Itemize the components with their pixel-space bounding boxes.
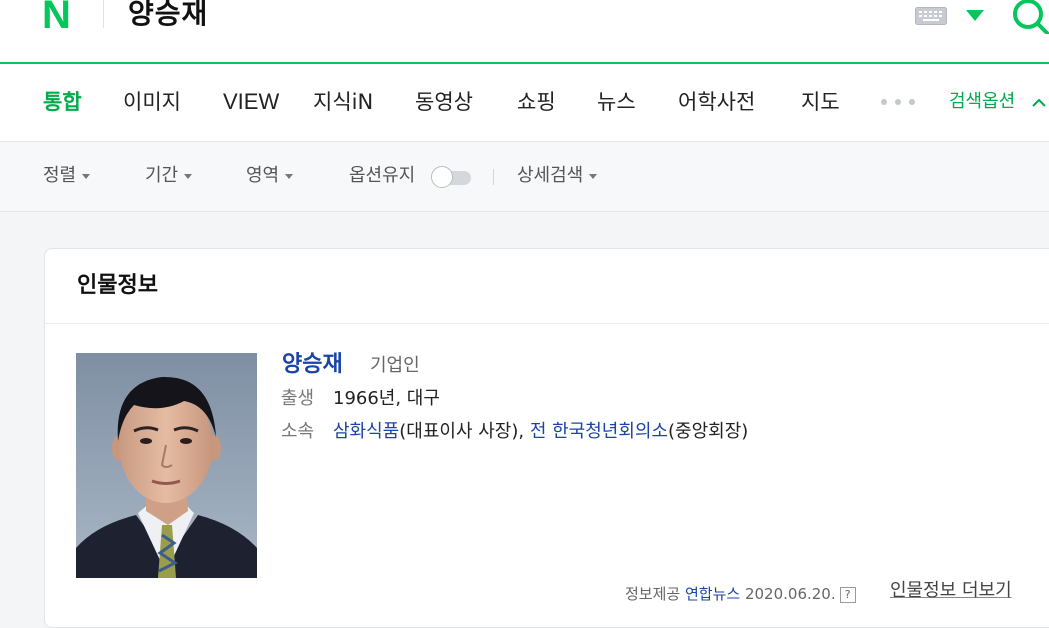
search-tabs: 통합 이미지 VIEW 지식iN 동영상 쇼핑 뉴스 어학사전 지도 검색옵션 [0, 64, 1049, 142]
card-title: 인물정보 [77, 273, 158, 298]
autocomplete-toggle-icon[interactable] [966, 10, 984, 21]
person-name-link[interactable]: 양승재 [282, 350, 343, 380]
sort-dropdown[interactable]: 정렬 [43, 164, 91, 188]
dropdown-arrow-icon [285, 173, 294, 179]
period-label: 기간 [145, 165, 179, 186]
affiliation-row: 소속 삼화식품(대표이사 사장), 전 한국청년회의소(중앙회장) [281, 419, 748, 445]
area-label: 영역 [246, 165, 280, 186]
tab-map[interactable]: 지도 [801, 88, 840, 116]
source-date: 2020.06.20. [744, 585, 836, 603]
period-dropdown[interactable]: 기간 [145, 164, 193, 188]
tab-dictionary[interactable]: 어학사전 [678, 88, 755, 116]
birth-value: 1966년, 대구 [333, 388, 440, 409]
affiliation-role: (대표이사 사장), [399, 421, 530, 442]
search-options-button[interactable]: 검색옵션 [949, 90, 1015, 114]
source-credit: 정보제공 연합뉴스 2020.06.20.? [625, 583, 856, 605]
tab-knowledge-in[interactable]: 지식iN [313, 88, 373, 116]
birth-label: 출생 [281, 388, 315, 409]
person-photo[interactable] [76, 353, 257, 578]
dropdown-arrow-icon [589, 173, 598, 179]
tab-news[interactable]: 뉴스 [597, 88, 636, 116]
dropdown-arrow-icon [184, 173, 193, 179]
search-option-bar: 정렬 기간 영역 옵션유지 상세검색 [0, 142, 1049, 212]
tab-images[interactable]: 이미지 [123, 88, 181, 116]
help-icon[interactable]: ? [839, 587, 856, 603]
source-name-link[interactable]: 연합뉴스 [685, 585, 740, 603]
card-divider [45, 323, 1049, 324]
keyboard-icon[interactable] [915, 7, 947, 25]
logo-divider [103, 0, 104, 28]
advanced-search-dropdown[interactable]: 상세검색 [517, 164, 598, 188]
source-label: 정보제공 [625, 585, 681, 603]
tab-view[interactable]: VIEW [223, 88, 279, 116]
more-person-info-link[interactable]: 인물정보 더보기 [890, 578, 1012, 604]
option-divider [493, 169, 494, 185]
tab-integrated[interactable]: 통합 [43, 88, 82, 116]
chevron-up-icon[interactable] [1031, 97, 1047, 107]
tab-shopping[interactable]: 쇼핑 [517, 88, 556, 116]
tab-video[interactable]: 동영상 [415, 88, 473, 116]
person-info-card: 인물정보 양승재 기업인 출생 1966년, 대구 소속 삼화식품(대표이사 사… [44, 248, 1049, 628]
search-header: N 양승재 [0, 0, 1049, 64]
dropdown-arrow-icon [82, 173, 91, 179]
more-tabs-icon[interactable] [880, 98, 918, 106]
person-occupation: 기업인 [370, 355, 420, 376]
advanced-search-label: 상세검색 [517, 165, 584, 186]
birth-row: 출생 1966년, 대구 [281, 386, 440, 412]
search-query-input[interactable]: 양승재 [128, 0, 208, 34]
toggle-knob [431, 166, 453, 188]
keep-options-toggle[interactable] [431, 166, 473, 190]
search-icon[interactable] [1010, 0, 1049, 34]
affiliation-org-role: (중앙회장) [668, 421, 749, 442]
naver-logo[interactable]: N [42, 0, 76, 31]
affiliation-label: 소속 [281, 421, 315, 442]
affiliation-company-link[interactable]: 삼화식품 [333, 421, 399, 442]
sort-label: 정렬 [43, 165, 77, 186]
area-dropdown[interactable]: 영역 [246, 164, 294, 188]
affiliation-org-link[interactable]: 전 한국청년회의소 [530, 421, 668, 442]
keep-options-label: 옵션유지 [349, 165, 416, 186]
